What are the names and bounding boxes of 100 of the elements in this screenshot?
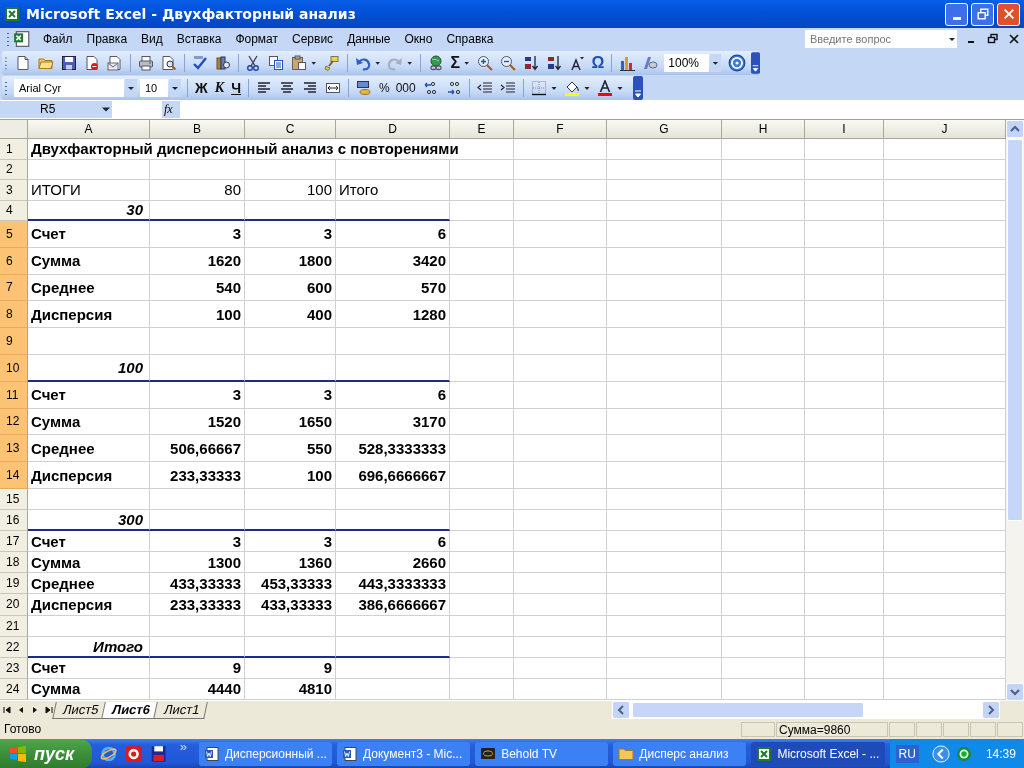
horizontal-scrollbar[interactable] (612, 701, 1000, 719)
caret-icon[interactable] (947, 30, 957, 48)
column-header[interactable]: G (607, 120, 722, 139)
menu-item[interactable]: Формат (229, 30, 287, 48)
scissors-icon[interactable] (245, 54, 262, 71)
page-envelope-icon[interactable] (106, 54, 123, 71)
taskbar-button[interactable]: Behold TV (475, 742, 609, 766)
language-indicator[interactable]: RU (895, 745, 919, 763)
row-header[interactable]: 14 (0, 462, 28, 489)
taskbar-button[interactable]: Дисперсионный ... (198, 742, 332, 766)
toolbar-options-icon[interactable] (633, 75, 643, 100)
row-header[interactable]: 20 (0, 594, 28, 616)
minimize-button[interactable] (945, 2, 968, 26)
increase-indent-icon[interactable] (499, 79, 516, 96)
font-color-icon[interactable] (596, 79, 613, 96)
row-header[interactable]: 1 (0, 139, 28, 160)
menu-item[interactable]: Правка (80, 30, 136, 48)
row-header[interactable]: 17 (0, 531, 28, 553)
row-header[interactable]: 8 (0, 301, 28, 329)
align-center-icon[interactable] (279, 79, 295, 96)
row-header[interactable]: 18 (0, 552, 28, 574)
scroll-down-icon[interactable] (1006, 683, 1024, 701)
restore-button[interactable] (971, 2, 994, 26)
zoom-in-icon[interactable] (476, 54, 493, 71)
bold-button[interactable]: Ж (192, 78, 211, 97)
column-header[interactable]: C (245, 120, 336, 139)
autosum-button[interactable]: Σ (447, 53, 464, 72)
scroll-right-icon[interactable] (982, 701, 1000, 719)
decrease-decimal-icon[interactable] (445, 79, 462, 96)
borders-icon[interactable] (530, 79, 547, 96)
last-sheet-icon[interactable] (43, 704, 55, 716)
row-header[interactable]: 7 (0, 274, 28, 302)
column-header[interactable]: A (28, 120, 150, 139)
scroll-thumb[interactable] (1007, 139, 1023, 521)
name-box[interactable]: R5 (0, 101, 100, 118)
row-header[interactable]: 9 (0, 328, 28, 355)
row-header[interactable]: 5 (0, 221, 28, 248)
zoom-out-icon[interactable] (499, 54, 516, 71)
page-magnifier-icon[interactable] (160, 54, 177, 71)
row-header[interactable]: 16 (0, 510, 28, 532)
row-header[interactable]: 3 (0, 180, 28, 201)
font-field[interactable]: Arial Cyr (14, 78, 124, 97)
scroll-up-icon[interactable] (1006, 120, 1024, 138)
sort-ascending-icon[interactable] (522, 54, 539, 71)
check-mark-icon[interactable] (191, 54, 208, 71)
taskbar-button[interactable]: Дисперс анализ (613, 742, 747, 766)
row-header[interactable]: 21 (0, 615, 28, 637)
percent-button[interactable]: % (376, 78, 393, 97)
column-header[interactable]: H (722, 120, 805, 139)
sort-descending-icon[interactable] (545, 54, 562, 71)
insert-function-button[interactable]: fx (162, 101, 180, 118)
menu-item[interactable]: Вид (135, 30, 171, 48)
target-icon[interactable] (125, 745, 143, 763)
caret-icon[interactable] (169, 78, 181, 97)
taskbar-button[interactable]: Документ3 - Mic... (337, 742, 471, 766)
menu-item[interactable]: Сервис (286, 30, 342, 48)
shapes-icon[interactable] (642, 54, 659, 71)
column-header[interactable]: D (336, 120, 450, 139)
globe-chain-icon[interactable] (427, 54, 444, 71)
row-header[interactable]: 15 (0, 488, 28, 511)
row-header[interactable]: 24 (0, 678, 28, 700)
zoom-field[interactable]: 100% (664, 53, 710, 72)
align-right-icon[interactable] (302, 79, 318, 96)
first-sheet-icon[interactable] (1, 704, 13, 716)
restore-icon[interactable] (987, 33, 999, 45)
menu-item[interactable]: Файл (37, 30, 81, 48)
fill-bucket-icon[interactable] (563, 79, 580, 96)
decrease-indent-icon[interactable] (476, 79, 493, 96)
ring-icon[interactable] (954, 745, 973, 763)
books-magnifier-icon[interactable] (214, 54, 231, 71)
row-header[interactable]: 12 (0, 408, 28, 436)
thousands-button[interactable]: 000 (392, 78, 419, 97)
row-header[interactable]: 10 (0, 355, 28, 382)
row-header[interactable]: 2 (0, 159, 28, 180)
new-document-icon[interactable] (14, 54, 31, 71)
letter-caret-icon[interactable] (568, 54, 585, 71)
toolbar-options-icon[interactable] (750, 50, 760, 75)
clipboard-icon[interactable] (291, 54, 308, 71)
browser-icon[interactable] (99, 745, 117, 763)
help-icon[interactable] (727, 53, 746, 72)
font-size-field[interactable]: 10 (140, 78, 168, 97)
italic-button[interactable]: К (211, 78, 228, 97)
menu-item[interactable]: Справка (440, 30, 502, 48)
row-header[interactable]: 6 (0, 247, 28, 275)
row-header[interactable]: 22 (0, 636, 28, 658)
menu-item[interactable]: Вставка (170, 30, 230, 48)
coins-icon[interactable] (356, 79, 372, 96)
menu-item[interactable]: Данные (341, 30, 399, 48)
caret-icon[interactable] (100, 101, 112, 118)
copy-icon[interactable] (268, 54, 285, 71)
row-header[interactable]: 4 (0, 200, 28, 221)
increase-decimal-icon[interactable] (422, 79, 439, 96)
column-header[interactable]: I (805, 120, 884, 139)
underline-button[interactable]: Ч (228, 78, 244, 97)
align-left-icon[interactable] (256, 79, 272, 96)
page-restricted-icon[interactable] (83, 54, 100, 71)
column-header[interactable]: B (150, 120, 245, 139)
bar-chart-icon[interactable] (619, 54, 636, 71)
column-header[interactable]: E (450, 120, 514, 139)
menu-item[interactable]: Окно (398, 30, 441, 48)
